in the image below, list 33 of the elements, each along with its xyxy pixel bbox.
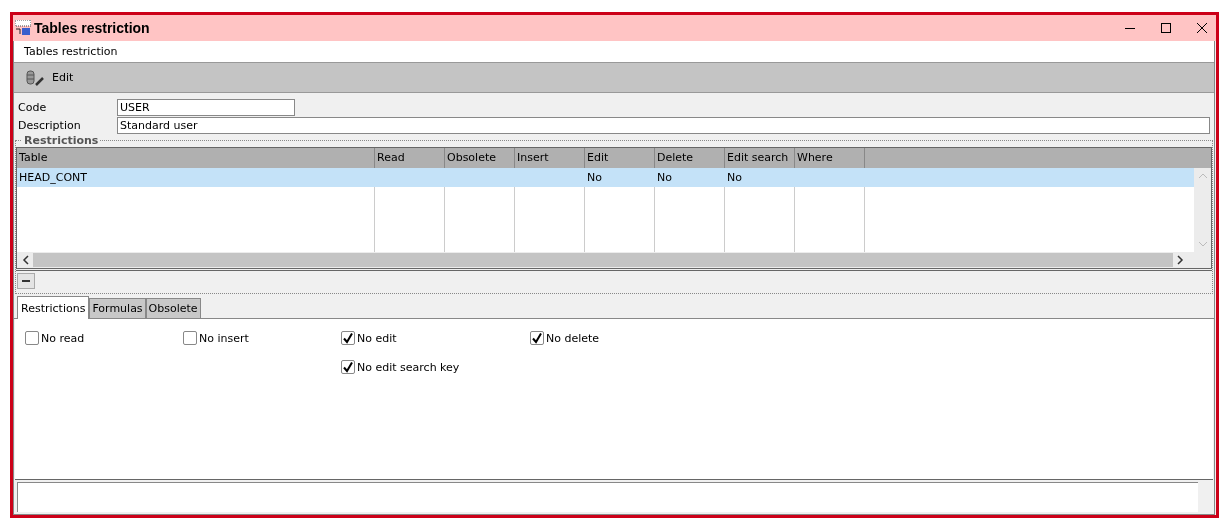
field-label: Code — [18, 101, 48, 114]
close-icon[interactable] — [1196, 22, 1208, 34]
checkbox-box[interactable] — [341, 331, 355, 345]
table-cell-text: HEAD_CONT — [18, 170, 88, 186]
checkbox[interactable]: No edit — [341, 331, 530, 345]
table-cell-text: No — [656, 170, 673, 186]
collapse-button[interactable] — [17, 273, 35, 289]
tab[interactable]: Obsolete — [145, 298, 201, 318]
group-title: Restrictions — [22, 134, 101, 147]
checkbox[interactable]: No insert — [183, 331, 341, 345]
text-field[interactable]: USER — [117, 99, 295, 116]
database-pencil-icon — [26, 69, 46, 86]
checkbox[interactable]: No delete — [530, 331, 730, 345]
checkbox-box[interactable] — [530, 331, 544, 345]
table-cell-text: No — [726, 170, 743, 186]
checkbox-box[interactable] — [183, 331, 197, 345]
checkbox[interactable]: No read — [25, 331, 183, 345]
checkbox-box[interactable] — [25, 331, 39, 345]
tab[interactable]: Formulas — [89, 298, 146, 318]
text-field[interactable]: Standard user — [117, 117, 1210, 134]
checkbox-box[interactable] — [341, 360, 355, 374]
tab[interactable]: Restrictions — [17, 296, 90, 319]
checkbox[interactable]: No edit search key — [341, 360, 530, 374]
maximize-icon[interactable] — [1160, 22, 1172, 34]
form-title: Tables restriction — [24, 45, 118, 58]
field-label: Description — [18, 119, 82, 132]
app-icon — [15, 20, 31, 36]
horizontal-scrollbar[interactable] — [17, 252, 1211, 268]
edit-button[interactable]: Edit — [22, 67, 78, 88]
minus-icon — [22, 280, 30, 282]
table-row[interactable]: HEAD_CONT No No No — [17, 168, 1194, 187]
window-title: Tables restriction — [34, 20, 150, 36]
table-cell-text: No — [586, 170, 603, 186]
